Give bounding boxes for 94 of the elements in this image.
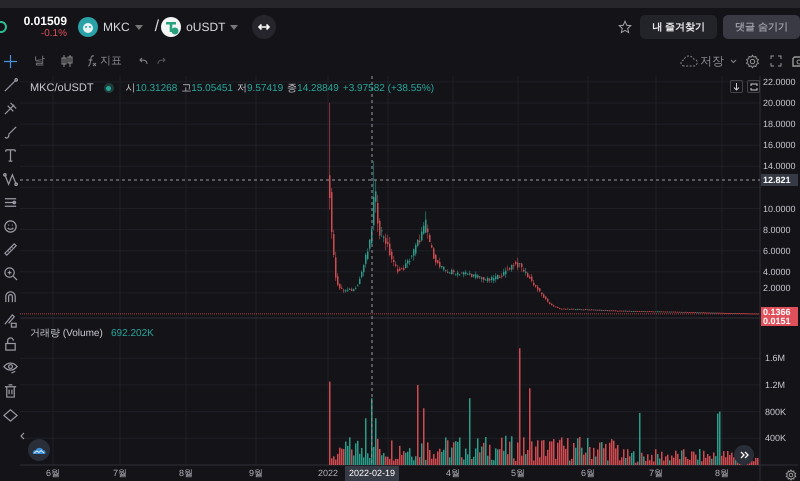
text-tool-icon[interactable] [2, 148, 18, 163]
unlock-icon[interactable] [2, 336, 18, 351]
settings-icon[interactable] [785, 469, 797, 481]
price-axis-label: 2.0000 [763, 282, 791, 293]
time-axis-label: 8월 [715, 467, 729, 480]
price-axis-label: 10.0000 [763, 204, 796, 214]
cloud-logo-icon [32, 446, 46, 454]
time-axis-label: 9월 [249, 467, 263, 480]
time-axis-label: 7월 [113, 467, 127, 480]
time-axis-label: 5월 [511, 467, 525, 480]
price-tag: 0.1366 [761, 307, 798, 317]
scroll-right-button[interactable] [734, 445, 754, 465]
ohlc-label: 고 [181, 82, 192, 96]
change-value: +3.97582 (+38.55%) [342, 82, 434, 96]
price-axis-label: 6.0000 [763, 246, 791, 256]
trend-line-icon[interactable] [2, 78, 18, 92]
fullscreen-icon[interactable] [770, 55, 782, 67]
collapse-icon[interactable] [20, 432, 25, 440]
price-tag: 0.0151 [761, 316, 798, 326]
last-price: 0.01509 [24, 14, 67, 28]
time-axis-label: 7월 [649, 467, 663, 480]
ohlc-label: 종 [287, 82, 298, 96]
ohlc-value: 14.28849 [297, 82, 339, 96]
chevron-icon [730, 58, 737, 64]
cloud-icon [680, 55, 698, 67]
price-axis-label: 4.0000 [763, 266, 791, 277]
pattern-icon[interactable] [2, 172, 18, 186]
caret-icon [230, 24, 238, 30]
time-axis-label: 6월 [581, 467, 595, 480]
volume-axis-label: 1.6M [765, 353, 786, 364]
ohlc-label: 저 [237, 82, 247, 96]
volume-axis-label: 1.2M [765, 380, 786, 390]
ruler-icon[interactable] [2, 242, 18, 257]
base-selector[interactable]: MKC [78, 17, 143, 37]
volume-axis-label: 800K [765, 406, 786, 417]
swap-arrows-icon [258, 23, 270, 31]
price-axis-label: 16.0000 [763, 140, 796, 150]
undo-icon[interactable] [138, 57, 148, 65]
swap-button[interactable] [252, 15, 276, 39]
star-icon[interactable] [618, 20, 632, 34]
pitchfork-icon[interactable] [2, 101, 18, 116]
caret-icon [134, 24, 143, 30]
time-axis-label: 4월 [446, 467, 460, 480]
ohlc-value: 9.57419 [247, 82, 284, 96]
eraser-icon[interactable] [2, 406, 18, 422]
sync-button[interactable] [747, 80, 760, 93]
lock-drawing-icon[interactable] [2, 312, 18, 328]
scroll-down-button[interactable] [730, 80, 743, 93]
time-axis-label: 6월 [46, 467, 60, 480]
ohlc-value: 15.05451 [191, 82, 233, 96]
double-chevron-icon [740, 451, 748, 459]
settings-icon[interactable] [745, 54, 760, 68]
crosshair-icon[interactable] [2, 54, 18, 69]
volume-label: 거래량 (Volume) [30, 327, 103, 341]
favorites-button[interactable]: 내 즐겨찾기 [640, 15, 718, 39]
price-axis-label: 20.0000 [763, 98, 796, 108]
trash-icon[interactable] [2, 383, 18, 398]
time-axis-label: 2022-02-19 [344, 466, 400, 481]
hide-comments-button[interactable]: 댓글 숨기기 [723, 15, 800, 39]
camera-icon[interactable] [792, 55, 800, 67]
volume-value: 692.202K [111, 327, 154, 341]
symbol-label: MKC/oUSDT [30, 81, 94, 96]
refresh-icon[interactable] [0, 21, 8, 33]
coin-logo-icon [161, 17, 182, 37]
cycle-icon [750, 82, 758, 90]
pair-separator: / [154, 17, 160, 37]
quote-selector[interactable]: oUSDT [161, 17, 238, 37]
price-axis-label: 8.0000 [763, 224, 791, 235]
save-button[interactable]: 저장 [680, 52, 737, 70]
smiley-icon[interactable] [2, 218, 18, 234]
price-axis-label: 14.0000 [763, 161, 796, 172]
status-dot [104, 83, 114, 94]
price-axis-label: 18.0000 [763, 119, 796, 130]
ohlc-label: 시 [126, 82, 136, 96]
logo-button[interactable] [28, 439, 50, 461]
coin-logo-icon [78, 17, 98, 37]
price-change: -0.1% [40, 28, 67, 40]
volume-axis-label: 400K [765, 433, 786, 444]
redo-icon[interactable] [157, 57, 167, 65]
function-icon[interactable] [87, 55, 97, 67]
magnet-icon[interactable] [2, 289, 18, 304]
time-axis-label: 2022 [318, 467, 338, 480]
time-axis-label: 8월 [179, 467, 193, 480]
brush-icon[interactable] [2, 124, 18, 140]
zoom-in-icon[interactable] [2, 266, 18, 280]
forecast-icon[interactable] [2, 195, 18, 210]
price-tag: 12.821 [761, 174, 798, 186]
eye-icon[interactable] [2, 360, 18, 374]
interval-button[interactable]: 날 [34, 52, 45, 70]
ohlc-value: 10.31268 [136, 82, 178, 96]
candle-type-icon[interactable] [61, 55, 73, 67]
price-axis-label: 22.0000 [763, 76, 796, 87]
down-arrow-icon [733, 82, 740, 90]
indicators-button[interactable]: 지표 [100, 52, 122, 70]
